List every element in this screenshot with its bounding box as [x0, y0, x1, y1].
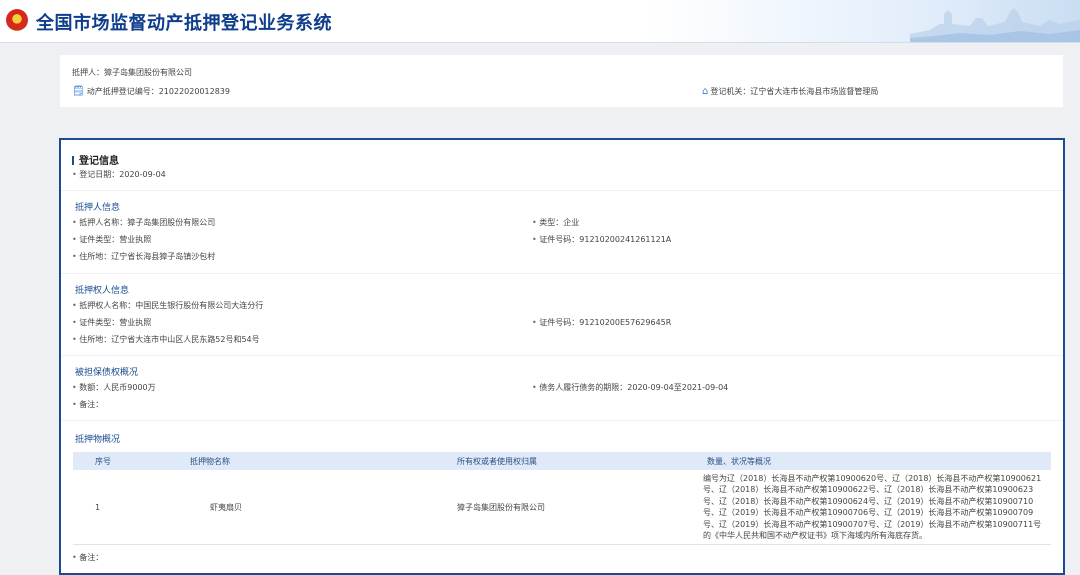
mortgagee-section: 抵押权人信息 抵押权人名称：中国民生银行股份有限公司大连分行 证件类型：营业执照…: [61, 273, 1063, 356]
secured-debt-section: 被担保债权概况 数额：人民币9000万 债务人履行债务的期限：2020-09-0…: [61, 355, 1063, 421]
mortgagor-section-title: 抵押人信息: [75, 203, 121, 213]
row-owner: 獐子岛集团股份有限公司: [443, 470, 693, 546]
summary-authority: ⌂ 登记机关：辽宁省大连市长海县市场监督管理局: [702, 86, 879, 97]
mortgagee-cert-type: 证件类型：营业执照: [72, 317, 151, 328]
mortgagor-address: 住所地：辽宁省长海县獐子岛镇沙包村: [72, 251, 215, 262]
national-emblem-icon: [6, 9, 28, 31]
mortgagee-name: 抵押权人名称：中国民生银行股份有限公司大连分行: [72, 300, 263, 311]
debt-remark: 备注：: [72, 399, 103, 410]
header-skyline-decoration: [910, 0, 1080, 42]
summary-registration-number: 🗒︎ 动产抵押登记编号：21022020012839: [72, 86, 230, 97]
row-number: 1: [73, 470, 168, 546]
top-header: 全国市场监督动产抵押登记业务系统: [0, 0, 1080, 43]
registration-title: 登记信息: [72, 152, 119, 167]
mortgagee-address: 住所地：辽宁省大连市中山区人民东路52号和54号: [72, 334, 259, 345]
registration-date: 登记日期：2020-09-04: [72, 169, 166, 180]
mortgagee-cert-number: 证件号码：91210200E57629645R: [532, 317, 671, 328]
collateral-title: 抵押物概况: [75, 435, 121, 445]
system-title: 全国市场监督动产抵押登记业务系统: [36, 13, 332, 34]
debt-amount: 数额：人民币9000万: [72, 382, 155, 393]
column-header-description: 数量、状况等概况: [693, 452, 1051, 470]
registration-section: 登记信息 登记日期：2020-09-04: [61, 140, 1063, 191]
debt-term: 债务人履行债务的期限：2020-09-04至2021-09-04: [532, 382, 728, 393]
secured-debt-title: 被担保债权概况: [75, 368, 139, 378]
document-icon: 🗒︎: [72, 86, 85, 97]
row-description: 编号为辽（2018）长海县不动产权第10900620号、辽（2018）长海县不动…: [693, 470, 1051, 546]
summary-mortgagor: 抵押人：獐子岛集团股份有限公司: [72, 68, 192, 77]
mortgagee-section-title: 抵押权人信息: [75, 286, 130, 296]
column-header-number: 序号: [73, 452, 168, 470]
table-row: 1 虾夷扇贝 獐子岛集团股份有限公司 编号为辽（2018）长海县不动产权第109…: [73, 470, 1051, 546]
building-icon: ⌂: [702, 86, 709, 97]
mortgagor-cert-type: 证件类型：营业执照: [72, 234, 151, 245]
collateral-remark: 备注：: [72, 552, 103, 563]
mortgagor-section: 抵押人信息 抵押人名称：獐子岛集团股份有限公司 类型：企业 证件类型：营业执照 …: [61, 190, 1063, 274]
column-header-name: 抵押物名称: [168, 452, 443, 470]
table-header-row: 序号 抵押物名称 所有权或者使用权归属 数量、状况等概况: [73, 452, 1051, 470]
collateral-table: 序号 抵押物名称 所有权或者使用权归属 数量、状况等概况 1 虾夷扇贝 獐子岛集…: [73, 452, 1051, 546]
mortgagor-cert-number: 证件号码：91210200241261121A: [532, 234, 671, 245]
mortgagor-name: 抵押人名称：獐子岛集团股份有限公司: [72, 217, 215, 228]
column-header-owner: 所有权或者使用权归属: [443, 452, 693, 470]
registration-detail-card: 登记信息 登记日期：2020-09-04 抵押人信息 抵押人名称：獐子岛集团股份…: [59, 138, 1065, 575]
summary-card: 抵押人：獐子岛集团股份有限公司 🗒︎ 动产抵押登记编号：2102202001283…: [60, 55, 1063, 107]
mortgagor-type: 类型：企业: [532, 217, 579, 228]
row-collateral-name: 虾夷扇贝: [168, 470, 443, 546]
